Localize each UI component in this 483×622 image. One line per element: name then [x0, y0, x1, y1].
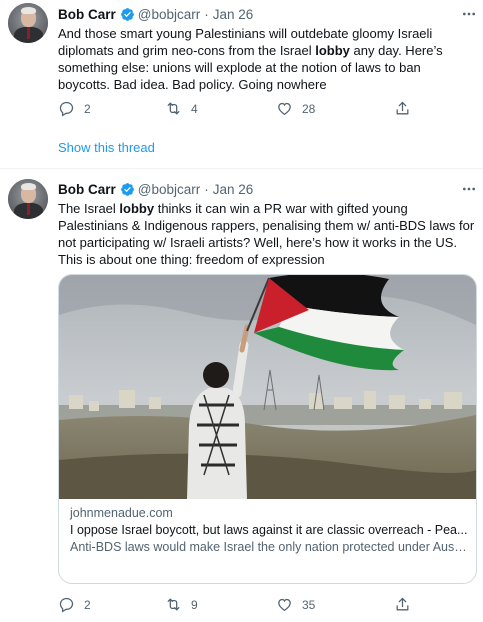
- like-button[interactable]: 35: [276, 596, 315, 613]
- link-preview-card[interactable]: johnmenadue.com I oppose Israel boycott,…: [58, 274, 477, 584]
- separator: ·: [204, 181, 209, 197]
- tweet-date[interactable]: Jan 26: [213, 182, 254, 197]
- tweet-header: Bob Carr @bobjcarr · Jan 26: [58, 180, 253, 198]
- share-button[interactable]: [394, 596, 411, 613]
- author-name[interactable]: Bob Carr: [58, 182, 116, 197]
- author-handle[interactable]: @bobjcarr: [138, 182, 200, 197]
- tweet-text: The Israel lobby thinks it can win a PR …: [58, 201, 475, 267]
- reply-button[interactable]: 2: [58, 596, 91, 613]
- tweet-actions: 2 9 35: [58, 596, 418, 616]
- retweet-icon: [167, 598, 180, 611]
- retweet-button[interactable]: 9: [165, 596, 198, 613]
- more-horizontal-icon[interactable]: [461, 181, 477, 197]
- card-description: Anti-BDS laws would make Israel the only…: [70, 540, 470, 554]
- retweet-count: 9: [191, 597, 198, 612]
- verified-badge-icon: [120, 182, 134, 196]
- card-title: I oppose Israel boycott, but laws agains…: [70, 523, 468, 537]
- reply-icon: [59, 597, 74, 613]
- avatar[interactable]: [8, 179, 48, 219]
- reply-count: 2: [84, 597, 91, 612]
- highlight-lobby: lobby: [119, 201, 155, 216]
- card-meta: johnmenadue.com I oppose Israel boycott,…: [70, 505, 470, 556]
- share-icon: [396, 597, 409, 611]
- like-count: 35: [302, 597, 316, 612]
- tweet-2[interactable]: Bob Carr @bobjcarr · Jan 26 The Israel l…: [0, 0, 483, 622]
- card-image: [59, 275, 476, 499]
- card-domain: johnmenadue.com: [70, 506, 173, 520]
- heart-icon: [278, 598, 291, 612]
